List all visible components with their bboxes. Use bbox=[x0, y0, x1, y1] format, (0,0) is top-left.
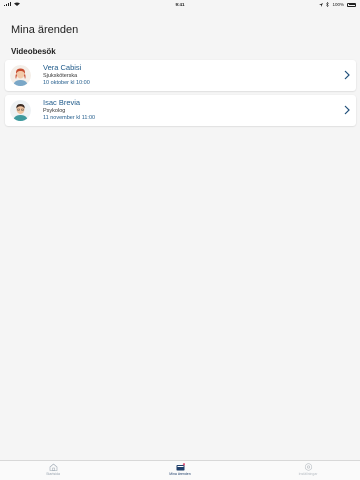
nurse-avatar-icon bbox=[10, 65, 31, 86]
status-bar: 9:41 100% bbox=[0, 0, 360, 10]
status-right: 100% bbox=[319, 2, 356, 7]
tab-bar: Startsida Mina ärenden Inställningar bbox=[0, 460, 360, 480]
contact-name: Isac Brevia bbox=[43, 98, 81, 107]
battery-percent: 100% bbox=[332, 2, 344, 7]
tab-label: Inställningar bbox=[298, 472, 318, 476]
battery-icon bbox=[347, 2, 356, 7]
tab-settings[interactable]: Inställningar bbox=[278, 463, 338, 476]
tab-label: Mina ärenden bbox=[169, 472, 191, 476]
appointment-date: 11 november kl 11:00 bbox=[43, 115, 96, 121]
tab-home[interactable]: Startsida bbox=[23, 463, 83, 476]
contact-role: Psykolog bbox=[43, 108, 66, 114]
tab-my-cases[interactable]: Mina ärenden bbox=[150, 463, 210, 476]
psychologist-avatar-icon bbox=[10, 100, 31, 121]
tab-label: Startsida bbox=[46, 472, 60, 476]
location-icon bbox=[319, 2, 324, 7]
appointment-card[interactable]: Isac Brevia Psykolog 11 november kl 11:0… bbox=[5, 95, 356, 126]
contact-name: Vera Cabisi bbox=[43, 63, 82, 72]
contact-role: Sjuksköterska bbox=[43, 73, 78, 79]
status-time: 9:41 bbox=[175, 2, 185, 7]
chevron-right-icon[interactable] bbox=[343, 105, 351, 115]
card-text: Isac Brevia Psykolog 11 november kl 11:0… bbox=[43, 98, 95, 122]
page-title: Mina ärenden bbox=[11, 24, 79, 36]
bluetooth-icon bbox=[326, 2, 330, 7]
avatar bbox=[10, 65, 31, 86]
inbox-icon bbox=[176, 463, 185, 471]
appointment-card[interactable]: Vera Cabisi Sjuksköterska 10 oktober kl … bbox=[5, 60, 356, 91]
card-text: Vera Cabisi Sjuksköterska 10 oktober kl … bbox=[43, 63, 90, 87]
gear-icon bbox=[304, 463, 312, 471]
appointment-date: 10 oktober kl 10:00 bbox=[43, 80, 90, 86]
avatar bbox=[10, 100, 31, 121]
home-icon bbox=[49, 463, 57, 471]
chevron-right-icon[interactable] bbox=[343, 70, 351, 80]
section-title: Videobesök bbox=[11, 47, 56, 56]
